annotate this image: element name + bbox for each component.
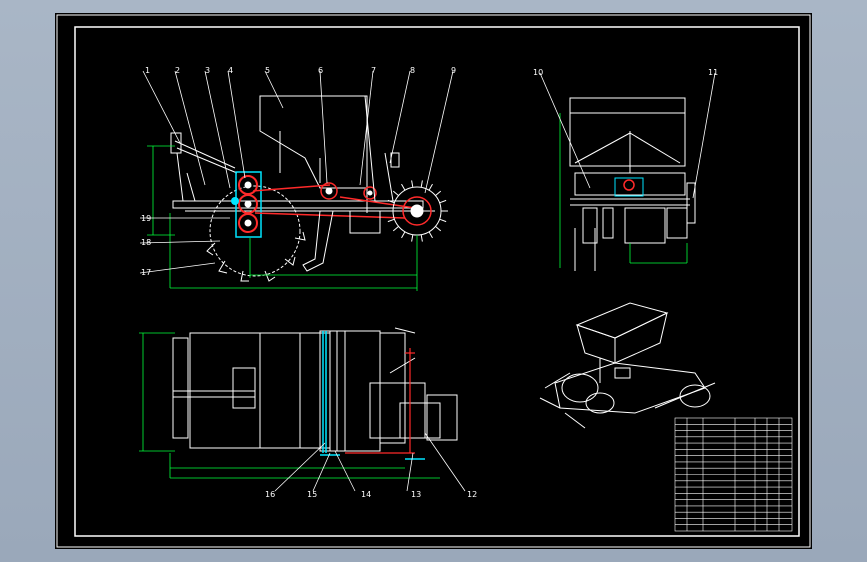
callout-9: 9 <box>451 66 456 75</box>
wheel-spike <box>411 234 414 242</box>
callout-1: 1 <box>145 66 150 75</box>
wheel-spike <box>420 234 423 242</box>
callout-11: 11 <box>708 68 718 77</box>
wheel-spike <box>428 183 433 191</box>
side-leaders <box>539 72 716 199</box>
wheel-spike <box>401 183 406 191</box>
wheel-spike <box>420 180 423 188</box>
front-view <box>170 95 448 282</box>
cad-drawing: 1 2 3 4 5 6 7 8 9 17 18 19 10 11 16 15 1… <box>56 14 811 548</box>
callout-18: 18 <box>141 238 151 247</box>
wheel-spike <box>392 190 399 196</box>
callout-16: 16 <box>265 490 275 499</box>
front-dimensions <box>147 145 418 291</box>
iso-hopper-top <box>575 302 669 339</box>
hopper <box>259 95 368 189</box>
side-callout-labels: 10 11 <box>533 68 718 77</box>
top-leaders <box>274 432 466 492</box>
top-rotor <box>319 330 381 452</box>
side-frame <box>574 172 686 196</box>
wheel-spike <box>439 218 447 223</box>
callout-4: 4 <box>228 66 233 75</box>
callout-5: 5 <box>265 66 270 75</box>
tiller-blades <box>206 231 306 282</box>
callout-13: 13 <box>411 490 421 499</box>
front-callout-labels: 1 2 3 4 5 6 7 8 9 17 18 19 <box>141 66 456 277</box>
callout-10: 10 <box>533 68 543 77</box>
top-press-assembly <box>369 382 426 439</box>
callout-2: 2 <box>175 66 180 75</box>
isometric-view <box>539 302 716 429</box>
top-callout-labels: 16 15 14 13 12 <box>265 490 477 499</box>
wheel-spike <box>401 231 406 239</box>
callout-15: 15 <box>307 490 317 499</box>
wheel-spike <box>428 231 433 239</box>
drawing-sheet: 1 2 3 4 5 6 7 8 9 17 18 19 10 11 16 15 1… <box>55 13 812 549</box>
wheel-spike <box>387 218 395 223</box>
furrow-opener <box>302 210 334 272</box>
front-leaders <box>139 70 454 274</box>
callout-14: 14 <box>361 490 371 499</box>
wheel-spike <box>439 199 447 204</box>
top-dimensions <box>139 332 440 479</box>
frame-beam <box>172 200 424 209</box>
callout-19: 19 <box>141 214 151 223</box>
callout-3: 3 <box>205 66 210 75</box>
callout-17: 17 <box>141 268 151 277</box>
callout-6: 6 <box>318 66 323 75</box>
wheel-spike <box>435 190 442 196</box>
wheel-spike <box>411 180 414 188</box>
title-block <box>674 417 793 532</box>
callout-12: 12 <box>467 490 477 499</box>
callout-7: 7 <box>371 66 376 75</box>
metering-box <box>349 210 381 234</box>
top-highlights <box>320 331 425 460</box>
callout-8: 8 <box>410 66 415 75</box>
wheel-spike <box>392 226 399 232</box>
top-view <box>172 327 458 452</box>
wheel-spike <box>435 226 442 232</box>
